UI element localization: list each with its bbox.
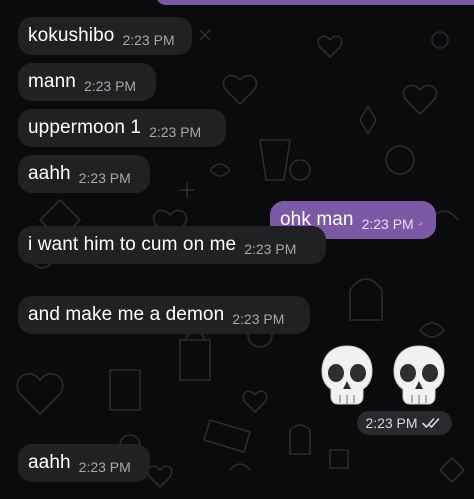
message-time: 2:23 PM bbox=[365, 415, 418, 431]
message-text: and make me a demon bbox=[28, 304, 225, 325]
message-time: 2:23 PM bbox=[244, 240, 297, 257]
previous-outgoing-bubble-edge bbox=[156, 0, 474, 5]
emoji-message-time: 2:23 PM bbox=[357, 411, 452, 435]
message-time: 2:23 PM bbox=[149, 123, 202, 140]
emoji-message[interactable] bbox=[318, 343, 450, 409]
message-time: 2:23 PM bbox=[361, 215, 414, 232]
message-time: 2:23 PM bbox=[122, 31, 175, 48]
double-check-icon bbox=[421, 418, 439, 428]
message-bubble-incoming[interactable]: aahh 2:23 PM bbox=[18, 155, 150, 193]
message-bubble-incoming[interactable]: kokushibo 2:23 PM bbox=[18, 17, 192, 55]
message-text: kokushibo bbox=[28, 25, 115, 46]
message-text: aahh bbox=[28, 163, 71, 184]
skull-emoji-icon bbox=[321, 345, 373, 405]
message-time: 2:23 PM bbox=[83, 77, 137, 94]
message-bubble-incoming[interactable]: and make me a demon 2:23 PM bbox=[18, 296, 310, 334]
message-bubble-incoming[interactable]: uppermoon 1 2:23 PM bbox=[18, 109, 226, 147]
message-time: 2:23 PM bbox=[78, 458, 131, 475]
double-check-icon bbox=[417, 222, 423, 225]
message-bubble-incoming[interactable]: mann 2:23 PM bbox=[18, 63, 156, 101]
message-bubble-incoming[interactable]: i want him to cum on me 2:23 PM bbox=[18, 226, 326, 264]
message-text: i want him to cum on me bbox=[28, 234, 237, 255]
message-text: uppermoon 1 bbox=[28, 117, 142, 138]
message-time: 2:23 PM bbox=[78, 169, 131, 186]
message-time: 2:23 PM bbox=[232, 310, 285, 327]
message-text: mann bbox=[28, 71, 76, 92]
skull-emoji-icon bbox=[393, 345, 445, 405]
message-bubble-incoming[interactable]: aahh 2:23 PM bbox=[18, 444, 150, 482]
message-text: aahh bbox=[28, 452, 71, 473]
